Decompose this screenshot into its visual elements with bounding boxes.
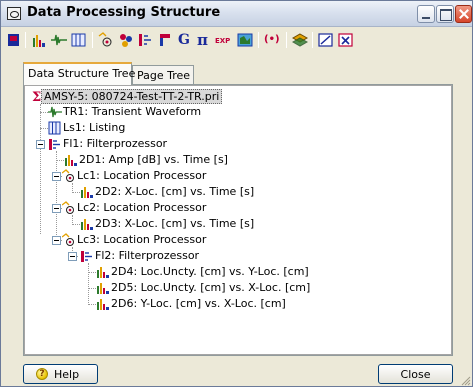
tree-node-label: Fl1: Filterprozessor [63,137,168,150]
collapse-toggle[interactable] [52,204,61,213]
toolbar-separator [25,32,26,48]
help-button[interactable]: ? Help [23,364,98,384]
tab-data-structure-tree[interactable]: Data Structure Tree [23,62,135,85]
tree-connector [88,288,96,289]
bar-chart-icon[interactable] [31,32,47,48]
waveform-icon[interactable] [51,32,67,48]
feature-icon[interactable] [158,32,174,48]
collapse-toggle[interactable] [52,236,61,245]
tree-node[interactable]: Lc1: Location Processor [62,168,362,184]
tree-connector [40,112,48,113]
bar-chart-icon [97,283,109,294]
help-button-label: Help [54,368,80,381]
cluster-icon[interactable] [118,32,134,48]
resize-grip-icon[interactable] [459,374,471,386]
map-icon[interactable] [237,32,253,48]
tree-node[interactable]: 2D3: X-Loc. [cm] vs. Time [s] [80,216,380,232]
tree-connector [56,160,64,161]
tree-node-label: Lc1: Location Processor [77,169,207,182]
tree-node[interactable]: Lc3: Location Processor [62,232,362,248]
collapse-toggle[interactable] [52,172,61,181]
location-processor-icon [62,169,74,182]
g-icon[interactable]: G [178,32,192,48]
data-processing-structure-window: Data Processing Structure G π EXP (•) Da… [0,0,473,387]
tree-node-label: 2D3: X-Loc. [cm] vs. Time [s] [95,217,255,230]
tree-node[interactable]: Ls1: Listing [48,120,348,136]
bar-chart-icon [65,155,77,166]
tree-connector [40,128,48,129]
waveform-icon [48,106,62,118]
data-structure-tree[interactable]: Σ AMSY-5: 080724-Test-TT-2-TR.pri TR1: T… [24,85,452,355]
listing-icon[interactable] [71,32,87,48]
collapse-toggle[interactable] [36,140,45,149]
bar-chart-icon [97,267,109,278]
tree-node-label: TR1: Transient Waveform [63,105,202,118]
tree-node-label: 2D6: Y-Loc. [cm] vs. X-Loc. [cm] [111,297,286,310]
tree-connector [40,104,41,234]
minimize-button[interactable] [417,5,435,23]
close-button[interactable]: Close [378,364,453,384]
app-icon [7,7,21,20]
collapse-toggle[interactable] [68,252,77,261]
tree-connector [88,263,89,305]
stop-icon[interactable] [7,32,21,48]
tree-node-label: 2D2: X-Loc. [cm] vs. Time [s] [95,185,255,198]
tree-node-label: Fl2: Filterprozessor [95,249,200,262]
location-processor-icon[interactable] [98,32,114,48]
location-processor-icon [62,201,74,214]
filter-icon [49,139,60,150]
tree-node-label: 2D5: Loc.Uncty. [cm] vs. X-Loc. [cm] [111,281,311,294]
tree-node[interactable]: 2D5: Loc.Uncty. [cm] vs. X-Loc. [cm] [96,280,396,296]
toolbar: G π EXP (•) [1,28,472,52]
listing-icon [48,121,61,135]
toolbar-separator [258,32,259,48]
tree-connector [88,304,96,305]
tree-connector [56,151,57,239]
tree-node[interactable]: 2D4: Loc.Uncty. [cm] vs. Y-Loc. [cm] [96,264,396,280]
tree-panel: Σ AMSY-5: 080724-Test-TT-2-TR.pri TR1: T… [23,84,453,356]
tree-node-root[interactable]: Σ AMSY-5: 080724-Test-TT-2-TR.pri [31,88,331,104]
edit-icon[interactable] [318,32,334,48]
location-processor-icon [62,233,74,246]
svg-text:Σ: Σ [32,90,41,103]
export-icon[interactable]: EXP [215,32,233,48]
tree-node-label: Lc3: Location Processor [77,233,207,246]
tree-node[interactable]: Fl2: Filterprozessor [80,248,380,264]
tree-node[interactable]: 2D6: Y-Loc. [cm] vs. X-Loc. [cm] [96,296,396,312]
tree-connector [88,272,96,273]
signal-icon[interactable]: (•) [264,32,282,48]
tree-node-label: Lc2: Location Processor [77,201,207,214]
maximize-button[interactable] [436,5,454,23]
window-title: Data Processing Structure [27,5,221,20]
tree-connector [72,224,80,225]
bar-chart-icon [81,187,93,198]
function-icon[interactable] [338,32,354,48]
toolbar-separator [286,32,287,48]
tree-node[interactable]: Lc2: Location Processor [62,200,362,216]
bar-chart-icon [97,299,109,310]
bar-chart-icon [81,219,93,230]
toolbar-separator [312,32,313,48]
tree-node[interactable]: 2D2: X-Loc. [cm] vs. Time [s] [80,184,380,200]
tree-node[interactable]: TR1: Transient Waveform [48,104,348,120]
tree-connector [72,192,80,193]
tree-node-label: 2D4: Loc.Uncty. [cm] vs. Y-Loc. [cm] [111,265,309,278]
tree-node-label: Ls1: Listing [63,121,126,134]
filter-icon[interactable] [138,32,154,48]
tab-page-tree[interactable]: Page Tree [132,65,194,85]
tree-node[interactable]: Fl1: Filterprozessor [48,136,348,152]
tree-node-label: AMSY-5: 080724-Test-TT-2-TR.pri [41,89,223,104]
pi-icon[interactable]: π [197,32,211,48]
layers-icon[interactable] [292,32,308,48]
title-bar[interactable]: Data Processing Structure [1,1,472,27]
help-icon: ? [36,368,48,380]
filter-icon [81,251,92,262]
tree-node[interactable]: 2D1: Amp [dB] vs. Time [s] [64,152,364,168]
tree-node-label: 2D1: Amp [dB] vs. Time [s] [79,153,228,166]
toolbar-separator [92,32,93,48]
close-window-button[interactable] [455,5,472,23]
